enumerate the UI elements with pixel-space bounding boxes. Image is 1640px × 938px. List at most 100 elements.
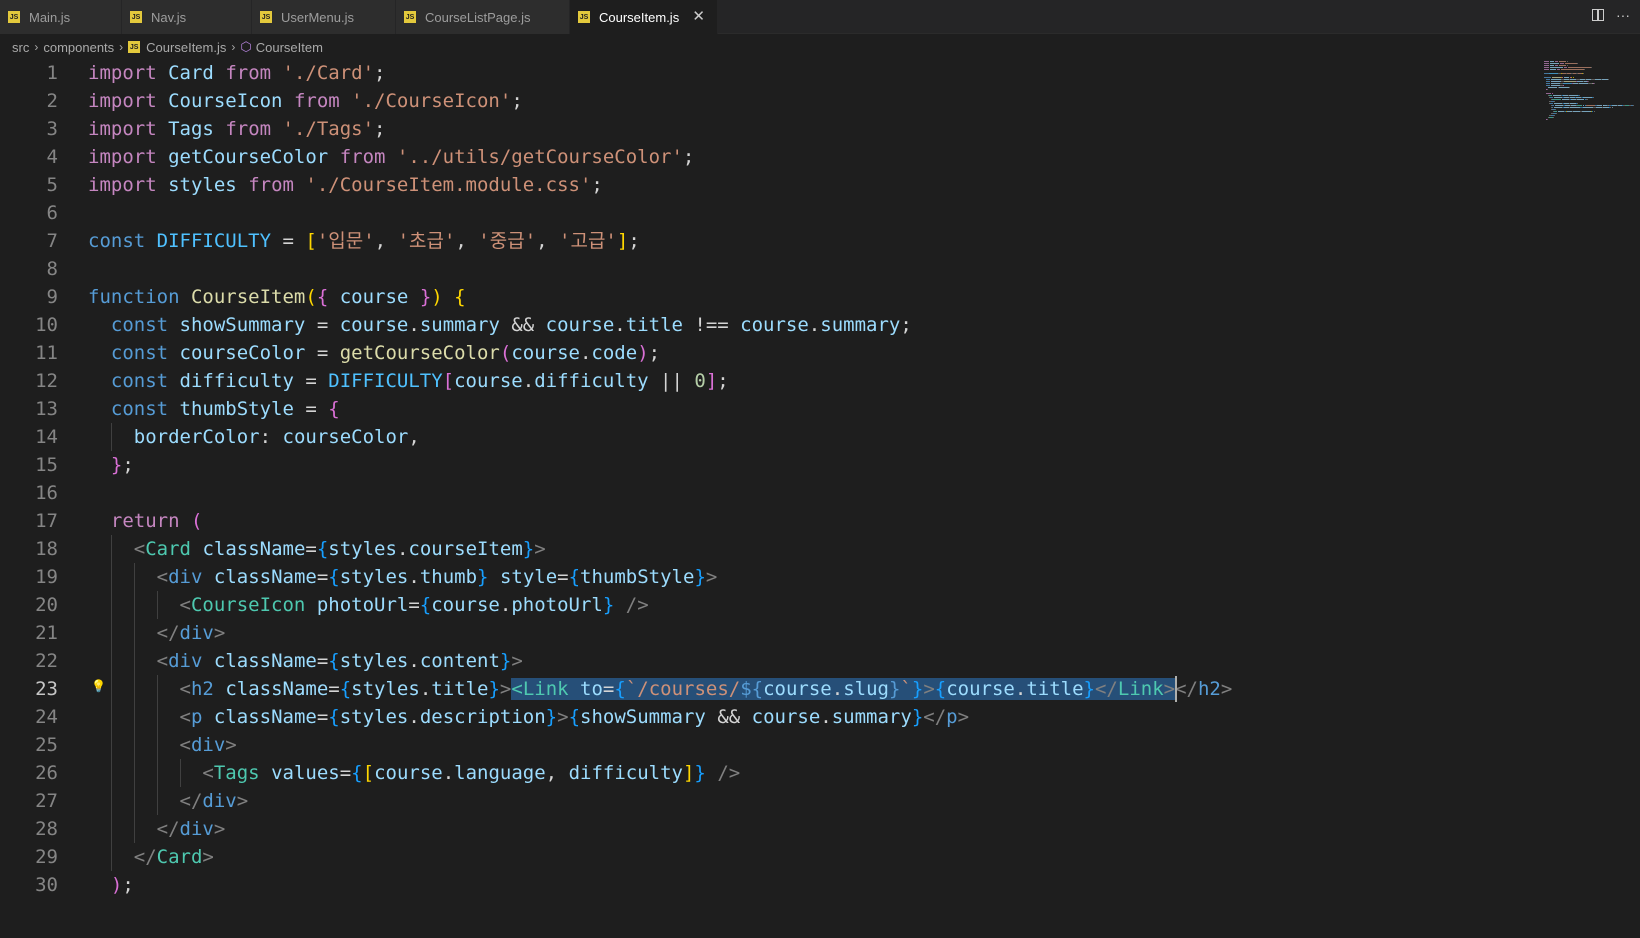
close-tab-icon[interactable]: ✕ [692, 8, 705, 26]
code-line[interactable]: 8 [0, 255, 1640, 283]
code-line[interactable]: 18 <Card className={styles.courseItem}> [0, 535, 1640, 563]
code-token: = [316, 706, 329, 728]
breadcrumb-file[interactable]: CourseItem.js [146, 40, 226, 55]
minimap-mark [1612, 107, 1614, 108]
code-line[interactable]: 5 import styles from './CourseItem.module… [0, 171, 1640, 199]
code-line[interactable]: 22 <div className={styles.content}> [0, 647, 1640, 675]
code-line[interactable]: 10 const showSummary = course.summary &&… [0, 311, 1640, 339]
minimap-mark [1577, 99, 1585, 100]
minimap[interactable] [1520, 59, 1640, 179]
code-token: Card [145, 538, 191, 560]
code-token: courseItem [408, 538, 523, 560]
code-text: </div> [88, 815, 226, 843]
breadcrumb-components[interactable]: components [43, 40, 114, 55]
minimap-mark [1586, 99, 1589, 100]
code-line[interactable]: 3 import Tags from './Tags'; [0, 115, 1640, 143]
code-line[interactable]: 24 <p className={styles.description}>{sh… [0, 703, 1640, 731]
code-line[interactable]: 21 </div> [0, 619, 1640, 647]
code-token: courseColor [179, 342, 306, 364]
code-token: > [923, 678, 935, 700]
minimap-mark [1550, 97, 1553, 98]
editor-tab-bar: JS Main.js JS Nav.js JS UserMenu.js JS C… [0, 0, 1640, 34]
code-line[interactable]: 19 <div className={styles.thumb} style={… [0, 563, 1640, 591]
breadcrumb-symbol[interactable]: CourseItem [256, 40, 323, 55]
line-number: 27 [35, 790, 58, 812]
tab-courseitem-js[interactable]: JS CourseItem.js ✕ [570, 0, 718, 34]
code-line[interactable]: 30 ); [0, 871, 1640, 899]
code-text: <div className={styles.thumb} style={thu… [88, 563, 718, 591]
line-number: 19 [35, 566, 58, 588]
code-token: < [179, 594, 191, 616]
minimap-mark [1544, 67, 1550, 68]
code-token: div [190, 734, 226, 756]
minimap-mark [1554, 105, 1563, 106]
code-line[interactable]: 28 </div> [0, 815, 1640, 843]
minimap-mark [1550, 103, 1553, 104]
line-number: 30 [35, 874, 58, 896]
code-line[interactable]: 7 const DIFFICULTY = ['입문', '초급', '중급', '… [0, 227, 1640, 255]
minimap-mark [1545, 93, 1552, 94]
minimap-mark [1582, 97, 1592, 98]
more-actions-icon[interactable]: ··· [1616, 6, 1630, 24]
code-token: div [179, 818, 214, 840]
code-token: const [110, 370, 169, 392]
code-line[interactable]: 29 </Card> [0, 843, 1640, 871]
code-editor[interactable]: 1 import Card from './Card'; 2 import Cours… [0, 59, 1640, 938]
code-token: > [1220, 678, 1233, 700]
minimap-mark [1559, 87, 1570, 88]
minimap-mark [1556, 69, 1561, 70]
tab-courselistpage-js[interactable]: JS CourseListPage.js [396, 0, 570, 34]
code-line[interactable]: 25 <div> [0, 731, 1640, 759]
code-token: } [545, 706, 558, 728]
code-line[interactable]: 20 <CourseIcon photoUrl={course.photoUrl… [0, 591, 1640, 619]
minimap-mark [1545, 79, 1551, 80]
code-token: course [339, 286, 409, 308]
code-line[interactable]: 16 [0, 479, 1640, 507]
tab-usermenu-js[interactable]: JS UserMenu.js [252, 0, 396, 34]
tab-nav-js[interactable]: JS Nav.js [122, 0, 252, 34]
code-token: <Link [511, 678, 569, 700]
code-token: Card [168, 62, 214, 84]
code-line[interactable]: 13 const thumbStyle = { [0, 395, 1640, 423]
code-token: </ [1094, 678, 1118, 700]
tab-main-js[interactable]: JS Main.js [0, 0, 122, 34]
code-token: = [305, 314, 340, 336]
code-token: = [328, 678, 340, 700]
lightbulb-icon[interactable]: 💡 [91, 679, 106, 693]
code-line[interactable]: 15 }; [0, 451, 1640, 479]
code-line[interactable]: 12 const difficulty = DIFFICULTY[course.… [0, 367, 1640, 395]
minimap-mark [1554, 65, 1559, 66]
tab-label: CourseItem.js [599, 9, 680, 25]
code-token: code [591, 342, 638, 364]
code-token: './Card' [282, 62, 375, 84]
code-token: . [820, 706, 832, 728]
code-line[interactable]: 17 return ( [0, 507, 1640, 535]
code-line[interactable]: 27 </div> [0, 787, 1640, 815]
code-line[interactable]: 1 import Card from './Card'; [0, 59, 1640, 87]
breadcrumb-src[interactable]: src [12, 40, 29, 55]
code-line[interactable]: 9 function CourseItem({ course }) { [0, 283, 1640, 311]
minimap-mark [1546, 89, 1548, 90]
line-number: 9 [46, 286, 58, 308]
code-token: = [305, 538, 317, 560]
indent-guide [133, 591, 135, 619]
code-line[interactable]: 11 const courseColor = getCourseColor(co… [0, 339, 1640, 367]
code-line[interactable]: 26 <Tags values={[course.language, diffi… [0, 759, 1640, 787]
code-token: function [88, 286, 180, 308]
tab-label: Nav.js [151, 9, 187, 25]
code-text: import Card from './Card'; [88, 59, 386, 87]
code-token: = [316, 566, 329, 588]
code-line[interactable]: 2 import CourseIcon from './CourseIcon'; [0, 87, 1640, 115]
minimap-mark [1566, 65, 1568, 66]
split-editor-icon[interactable] [1592, 9, 1604, 21]
code-line[interactable]: 14 borderColor: courseColor, [0, 423, 1640, 451]
code-token: . [614, 314, 626, 336]
code-line[interactable]: 6 [0, 199, 1640, 227]
code-line[interactable]: 23 <h2 className={styles.title}><Link to… [0, 675, 1640, 703]
minimap-mark [1563, 81, 1577, 82]
indent-guide [110, 535, 112, 563]
code-line[interactable]: 4 import getCourseColor from '../utils/ge… [0, 143, 1640, 171]
